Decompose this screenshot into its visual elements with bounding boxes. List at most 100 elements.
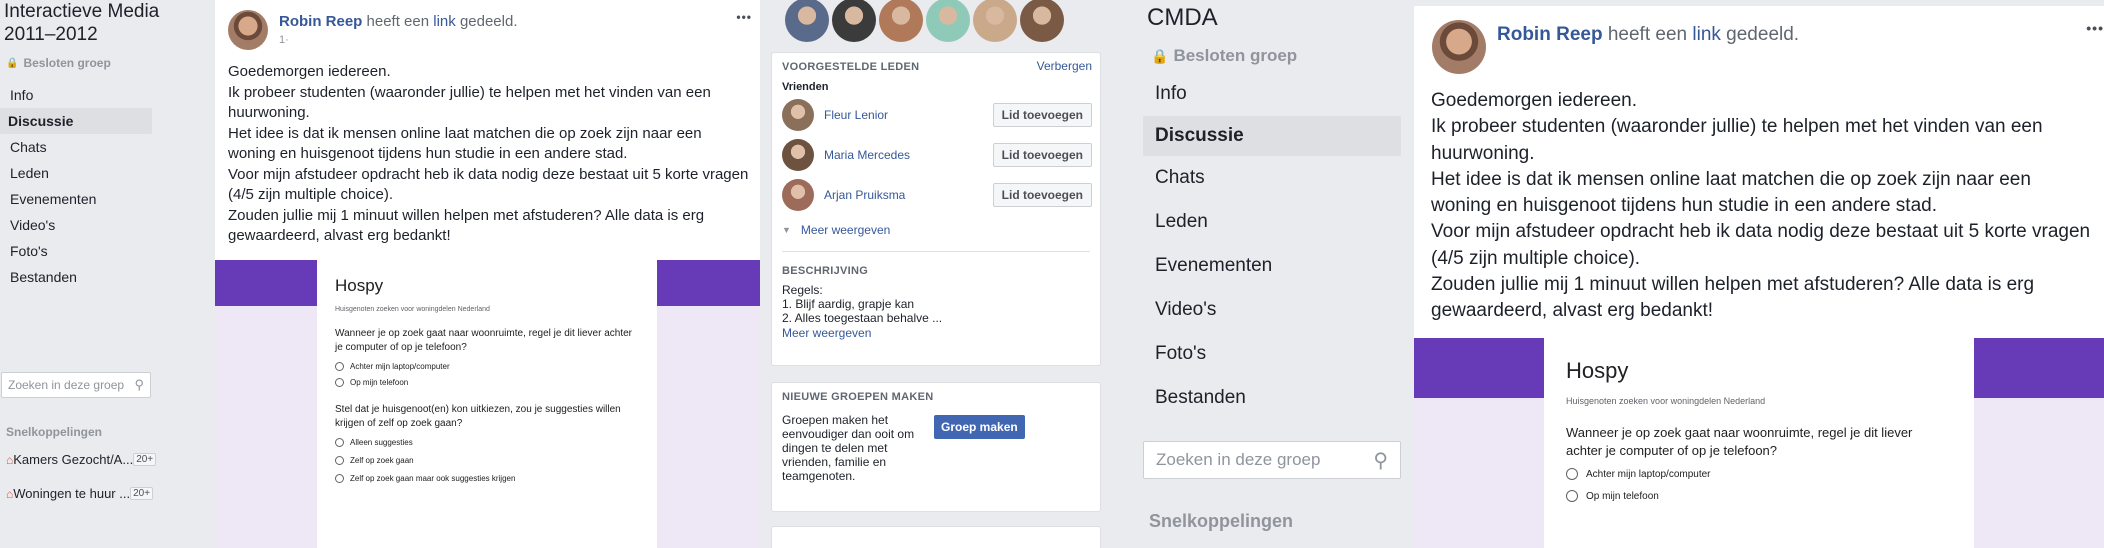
form-title: Hospy: [335, 276, 384, 295]
show-more-description[interactable]: Meer weergeven: [782, 326, 871, 340]
option-label: Zelf op zoek gaan maar ook suggesties kr…: [350, 474, 516, 483]
search-icon[interactable]: ⚲: [134, 377, 144, 393]
group-title-line2: 2011–2012: [4, 24, 98, 45]
group-title-line1: Interactieve Media: [4, 1, 160, 22]
form-option[interactable]: Op mijn telefoon: [335, 378, 639, 387]
author-avatar[interactable]: [228, 10, 268, 50]
search-placeholder: Zoeken in deze groep: [8, 378, 125, 392]
member-name[interactable]: Maria Mercedes: [824, 148, 993, 162]
post-line: Zouden jullie mij 1 minuut willen helpen…: [1431, 274, 2035, 322]
form-subtitle: Huisgenoten zoeken voor woningdelen Nede…: [1566, 396, 1766, 406]
member-avatar[interactable]: [1020, 0, 1064, 42]
member-avatar[interactable]: [879, 0, 923, 42]
link-preview[interactable]: Hospy Huisgenoten zoeken voor woningdele…: [1414, 338, 2104, 548]
member-avatar[interactable]: [782, 99, 814, 131]
closed-group-label: 🔒 Besloten groep: [1151, 46, 1297, 66]
form-option[interactable]: Achter mijn laptop/computer: [1566, 468, 1952, 480]
show-more-members[interactable]: ▼ Meer weergeven: [782, 223, 890, 237]
suggested-member: Maria Mercedes Lid toevoegen: [782, 139, 1092, 171]
post-link-word[interactable]: link: [433, 13, 456, 30]
post-verb: heeft een: [1607, 24, 1688, 45]
form-option[interactable]: Alleen suggesties: [335, 438, 639, 447]
radio-icon[interactable]: [335, 362, 344, 371]
author-avatar[interactable]: [1432, 20, 1486, 74]
next-card: [771, 526, 1101, 548]
menu-item-evenementen[interactable]: Evenementen: [1143, 244, 1401, 288]
radio-icon[interactable]: [335, 456, 344, 465]
group-menu: Info Discussie Chats Leden Evenementen V…: [1143, 72, 1401, 420]
add-member-button[interactable]: Lid toevoegen: [992, 183, 1092, 207]
create-group-button[interactable]: Groep maken: [934, 415, 1025, 439]
post-line: Zouden jullie mij 1 minuut willen helpen…: [228, 206, 705, 245]
post-more-icon[interactable]: •••: [2086, 20, 2104, 36]
author-name[interactable]: Robin Reep: [1497, 24, 1603, 45]
form-option[interactable]: Op mijn telefoon: [1566, 490, 1952, 502]
menu-item-discussie[interactable]: Discussie: [1143, 116, 1401, 156]
radio-icon[interactable]: [335, 438, 344, 447]
group-title[interactable]: Interactieve Media 2011–2012: [4, 0, 159, 46]
form-title: Hospy: [1566, 358, 1629, 383]
closed-group-label: 🔒 Besloten groep: [6, 56, 111, 70]
member-avatar[interactable]: [782, 139, 814, 171]
menu-item-bestanden[interactable]: Bestanden: [1143, 376, 1401, 420]
form-option[interactable]: Achter mijn laptop/computer: [335, 362, 639, 371]
member-avatar[interactable]: [926, 0, 970, 42]
lock-icon: 🔒: [1151, 47, 1169, 64]
link-preview[interactable]: Hospy Huisgenoten zoeken voor woningdele…: [215, 260, 760, 548]
radio-icon[interactable]: [335, 474, 344, 483]
menu-item-leden[interactable]: Leden: [0, 160, 152, 186]
add-member-button[interactable]: Lid toevoegen: [992, 103, 1092, 127]
shortcut-label: Kamers Gezocht/A...: [13, 452, 134, 467]
group-search-input[interactable]: Zoeken in deze groep ⚲: [1143, 441, 1401, 479]
shortcut-item-1[interactable]: ⌂ Kamers Gezocht/A... 20+: [6, 452, 157, 467]
option-label: Alleen suggesties: [350, 438, 413, 447]
menu-item-info[interactable]: Info: [1143, 72, 1401, 116]
post-verb: heeft een: [366, 13, 430, 30]
member-avatar[interactable]: [832, 0, 876, 42]
menu-item-chats[interactable]: Chats: [0, 134, 152, 160]
menu-item-info[interactable]: Info: [0, 82, 152, 108]
form-option[interactable]: Zelf op zoek gaan maar ook suggesties kr…: [335, 474, 639, 483]
member-avatar[interactable]: [782, 179, 814, 211]
shortcut-badge: 20+: [130, 487, 154, 500]
radio-icon[interactable]: [335, 378, 344, 387]
form-question-1: Wanneer je op zoek gaat naar woonruimte,…: [1566, 425, 1913, 458]
form-option[interactable]: Zelf op zoek gaan: [335, 456, 639, 465]
post-line: Ik probeer studenten (waaronder jullie) …: [228, 83, 711, 122]
menu-item-discussie[interactable]: Discussie: [0, 108, 152, 134]
radio-icon[interactable]: [1566, 490, 1578, 502]
menu-item-fotos[interactable]: Foto's: [0, 238, 152, 264]
menu-item-videos[interactable]: Video's: [0, 212, 152, 238]
shortcuts-heading: Snelkoppelingen: [6, 425, 103, 439]
radio-icon[interactable]: [1566, 468, 1578, 480]
menu-item-fotos[interactable]: Foto's: [1143, 332, 1401, 376]
post-verb-suffix: gedeeld.: [1726, 24, 1800, 45]
menu-item-chats[interactable]: Chats: [1143, 156, 1401, 200]
post-link-word[interactable]: link: [1692, 24, 1721, 45]
post-line: Voor mijn afstudeer opdracht heb ik data…: [228, 165, 749, 204]
menu-item-evenementen[interactable]: Evenementen: [0, 186, 152, 212]
member-name[interactable]: Arjan Pruiksma: [824, 188, 993, 202]
post-line: Het idee is dat ik mensen online laat ma…: [228, 124, 702, 163]
rule-line: 2. Alles toegestaan behalve ...: [782, 311, 943, 325]
suggested-member: Arjan Pruiksma Lid toevoegen: [782, 179, 1092, 211]
menu-item-bestanden[interactable]: Bestanden: [0, 264, 152, 290]
add-member-button[interactable]: Lid toevoegen: [992, 143, 1092, 167]
shortcut-item-2[interactable]: ⌂ Woningen te huur ... 20+: [6, 486, 154, 501]
post-more-icon[interactable]: •••: [736, 10, 752, 24]
hide-link[interactable]: Verbergen: [1037, 59, 1092, 73]
member-avatars-row: [785, 0, 1064, 46]
option-label: Op mijn telefoon: [350, 378, 409, 387]
member-name[interactable]: Fleur Lenior: [824, 108, 993, 122]
author-name[interactable]: Robin Reep: [279, 13, 362, 30]
menu-item-videos[interactable]: Video's: [1143, 288, 1401, 332]
group-search-input[interactable]: Zoeken in deze groep ⚲: [1, 372, 151, 398]
group-title[interactable]: CMDA: [1147, 4, 1218, 32]
member-avatar[interactable]: [785, 0, 829, 42]
post-line: Goedemorgen iedereen.: [228, 63, 391, 80]
member-avatar[interactable]: [973, 0, 1017, 42]
post-timestamp[interactable]: 1·: [279, 34, 289, 46]
closed-group-text: Besloten groep: [1173, 46, 1298, 65]
menu-item-leden[interactable]: Leden: [1143, 200, 1401, 244]
search-icon[interactable]: ⚲: [1373, 448, 1388, 473]
